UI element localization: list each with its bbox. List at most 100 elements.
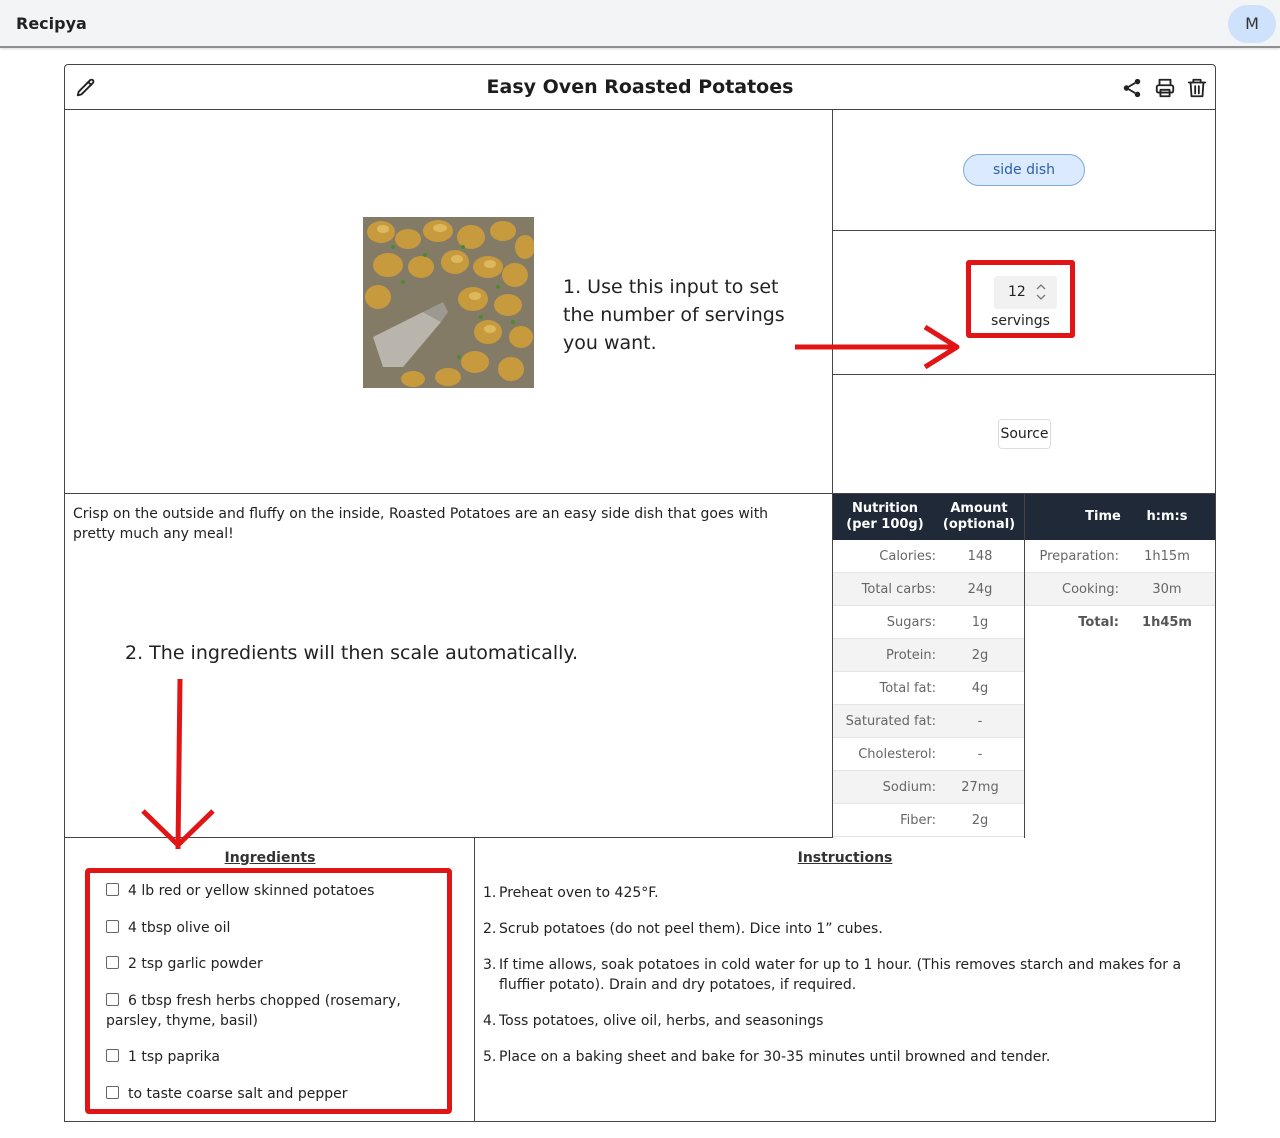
ingredient-text: 4 lb red or yellow skinned potatoes: [128, 883, 375, 899]
time-value: 1h45m: [1142, 615, 1192, 630]
ingredient-text: 2 tsp garlic powder: [128, 956, 263, 972]
time-table-header: Time h:m:s: [1025, 494, 1215, 540]
nutrition-value: -: [977, 714, 983, 729]
time-row: Total: 1h45m: [1025, 606, 1215, 639]
step-text: Place on a baking sheet and bake for 30-…: [499, 1049, 1051, 1065]
step-number: 3.: [483, 957, 497, 973]
recipe-description: Crisp on the outside and fluffy on the i…: [73, 506, 769, 542]
ingredient-checkbox[interactable]: [106, 920, 119, 933]
servings-input[interactable]: 12: [994, 276, 1057, 309]
time-label: Total:: [1078, 615, 1119, 630]
ingredient-item: to taste coarse salt and pepper: [106, 1084, 446, 1104]
nutrition-row: Total fat: 4g: [833, 672, 1024, 705]
time-value: 30m: [1152, 582, 1182, 597]
top-navbar: Recipya M: [0, 0, 1280, 48]
nutrition-row: Total carbs: 24g: [833, 573, 1024, 606]
nutrition-value: -: [977, 747, 983, 762]
instruction-step: 1. Preheat oven to 425°F.: [483, 883, 1203, 903]
annotation-highlight-ingredients: 4 lb red or yellow skinned potatoes 4 tbs…: [85, 868, 452, 1114]
nutrition-value: 24g: [967, 582, 993, 597]
instruction-step: 4. Toss potatoes, olive oil, herbs, and s…: [483, 1011, 1203, 1031]
ingredient-checkbox[interactable]: [106, 956, 119, 969]
nutrition-value: 27mg: [961, 780, 999, 795]
ingredient-checkbox[interactable]: [106, 883, 119, 896]
time-row: Preparation: 1h15m: [1025, 540, 1215, 573]
category-section: side dish: [833, 110, 1215, 231]
annotation-servings-note: 1. Use this input to set the number of s…: [563, 276, 785, 354]
time-value: 1h15m: [1144, 549, 1190, 564]
step-text: Scrub potatoes (do not peel them). Dice …: [499, 921, 883, 937]
ingredient-checkbox[interactable]: [106, 1086, 119, 1099]
nutrition-row: Protein: 2g: [833, 639, 1024, 672]
source-button[interactable]: Source: [998, 419, 1051, 449]
nutrition-label: Sugars:: [886, 615, 936, 630]
step-number: 2.: [483, 921, 497, 937]
time-table: Time h:m:s Preparation: 1h15m Cooking: 30m T…: [1024, 494, 1215, 838]
instructions-heading: Instructions: [797, 850, 893, 866]
step-text: If time allows, soak potatoes in cold wa…: [499, 957, 1182, 993]
ingredient-item: 4 lb red or yellow skinned potatoes: [106, 881, 446, 901]
nutrition-label: Total carbs:: [861, 582, 936, 597]
nutrition-value: 1g: [971, 615, 989, 630]
source-section: Source: [833, 375, 1215, 494]
time-row: Cooking: 30m: [1025, 573, 1215, 606]
printer-icon[interactable]: [1154, 77, 1176, 99]
annotation-scaling-note: 2. The ingredients will then scale autom…: [125, 642, 579, 664]
nutrition-label: Fiber:: [900, 813, 936, 828]
nutrition-row: Sodium: 27mg: [833, 771, 1024, 804]
time-header-unit: h:m:s: [1146, 509, 1188, 524]
ingredient-checkbox[interactable]: [106, 1049, 119, 1062]
nutrition-value: 4g: [971, 681, 989, 696]
trash-icon[interactable]: [1186, 77, 1208, 99]
ingredient-item: 2 tsp garlic powder: [106, 954, 446, 974]
category-tag[interactable]: side dish: [963, 154, 1085, 186]
servings-section: 12 servings: [833, 231, 1215, 375]
nutrition-header-amount: Amount (optional): [942, 501, 1016, 532]
nutrition-label: Saturated fat:: [845, 714, 936, 729]
annotation-arrow-down: [141, 679, 215, 850]
ingredient-item: 4 tbsp olive oil: [106, 918, 446, 938]
nutrition-row: Sugars: 1g: [833, 606, 1024, 639]
ingredient-text: 1 tsp paprika: [128, 1049, 220, 1065]
time-label: Cooking:: [1062, 582, 1119, 597]
instruction-step: 5. Place on a baking sheet and bake for 3…: [483, 1047, 1203, 1067]
nutrition-value: 2g: [971, 648, 989, 663]
nutrition-label: Cholesterol:: [858, 747, 936, 762]
step-text: Preheat oven to 425°F.: [499, 885, 659, 901]
recipe-title: Easy Oven Roasted Potatoes: [486, 76, 794, 98]
ingredient-checkbox[interactable]: [106, 993, 119, 1006]
ingredient-item: 1 tsp paprika: [106, 1047, 446, 1067]
nutrition-label: Sodium:: [882, 780, 936, 795]
step-number: 4.: [483, 1013, 497, 1029]
step-number: 1.: [483, 885, 497, 901]
nutrition-row: Saturated fat: -: [833, 705, 1024, 738]
ingredient-text: 6 tbsp fresh herbs chopped (rosemary, pa…: [106, 993, 401, 1029]
nutrition-label: Total fat:: [879, 681, 936, 696]
instruction-step: 3. If time allows, soak potatoes in cold …: [483, 955, 1203, 995]
annotation-highlight-servings: 12 servings: [966, 260, 1075, 338]
step-text: Toss potatoes, olive oil, herbs, and sea…: [499, 1013, 824, 1029]
instructions-section: Instructions 1. Preheat oven to 425°F. 2. S…: [475, 838, 1215, 1122]
ingredients-section: Ingredients 4 lb red or yellow skinned p…: [65, 838, 475, 1122]
time-label: Preparation:: [1039, 549, 1119, 564]
nutrition-row: Cholesterol: -: [833, 738, 1024, 771]
spinner-icon[interactable]: [1034, 281, 1048, 303]
instruction-step: 2. Scrub potatoes (do not peel them). Dic…: [483, 919, 1203, 939]
app-brand[interactable]: Recipya: [16, 14, 87, 33]
nutrition-label: Protein:: [886, 648, 936, 663]
recipe-header: Easy Oven Roasted Potatoes: [65, 65, 1215, 110]
share-icon[interactable]: [1121, 77, 1143, 99]
nutrition-label: Calories:: [879, 549, 936, 564]
time-header-label: Time: [1085, 509, 1121, 524]
recipe-card: Easy Oven Roasted Potatoes 1. Use this i…: [64, 64, 1216, 1122]
ingredient-text: 4 tbsp olive oil: [128, 920, 231, 936]
nutrition-table: Nutrition (per 100g) Amount (optional) C…: [833, 494, 1024, 838]
nutrition-value: 148: [967, 549, 993, 564]
nutrition-row: Calories: 148: [833, 540, 1024, 573]
servings-label: servings: [991, 313, 1050, 329]
avatar[interactable]: M: [1228, 5, 1276, 43]
nutrition-header-label: Nutrition (per 100g): [846, 501, 924, 532]
description-section: Crisp on the outside and fluffy on the i…: [65, 494, 833, 850]
step-number: 5.: [483, 1049, 497, 1065]
ingredient-text: to taste coarse salt and pepper: [128, 1086, 348, 1102]
